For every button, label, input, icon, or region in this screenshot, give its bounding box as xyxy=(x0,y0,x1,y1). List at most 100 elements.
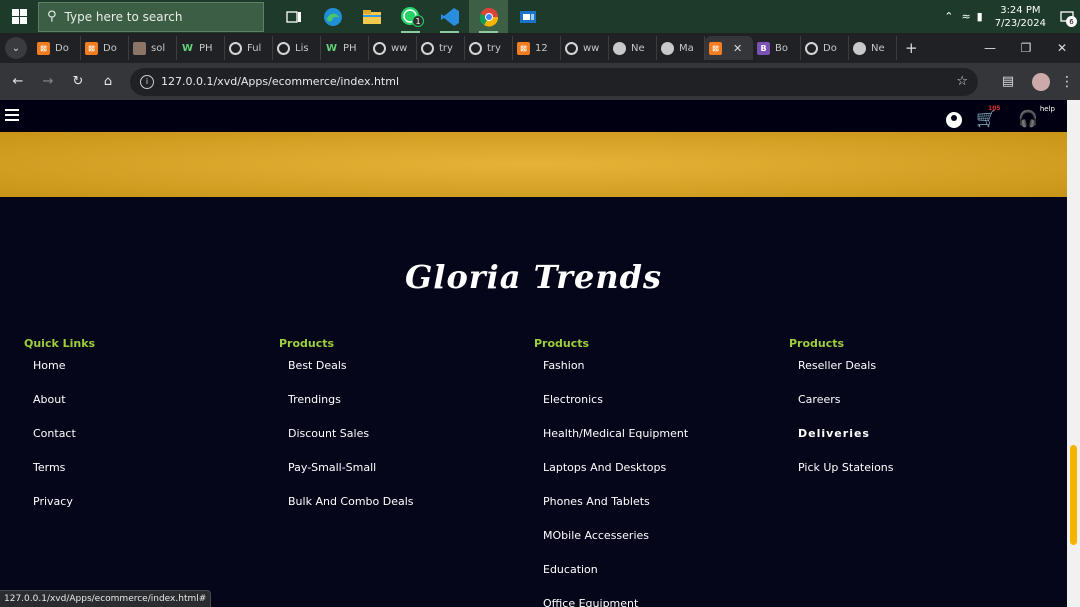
footer-link[interactable]: Pick Up Stateions xyxy=(798,461,1039,495)
forward-button[interactable]: → xyxy=(34,68,62,96)
footer-link[interactable]: Deliveries xyxy=(798,427,1039,461)
outlook-taskbar-button[interactable] xyxy=(508,0,547,33)
browser-tab[interactable]: Ful xyxy=(225,36,273,60)
help-button[interactable]: 🎧 help xyxy=(1018,105,1055,128)
windows-start-button[interactable] xyxy=(0,0,38,33)
footer-link[interactable]: Education xyxy=(543,563,784,597)
extensions-icon[interactable]: ▤ xyxy=(994,74,1022,89)
minimize-button[interactable]: — xyxy=(972,33,1008,63)
browser-tab[interactable]: W PH xyxy=(177,36,225,60)
tab-title: sol xyxy=(151,42,166,54)
site-navbar: 🛒 105 🎧 help xyxy=(0,100,1067,132)
hamburger-menu-icon[interactable] xyxy=(5,109,19,124)
chrome-taskbar-button[interactable] xyxy=(469,0,508,33)
browser-tab[interactable]: ww xyxy=(561,36,609,60)
xampp-favicon-icon: ⊠ xyxy=(37,41,50,55)
home-button[interactable]: ⌂ xyxy=(94,68,122,96)
globe-favicon-icon xyxy=(469,41,482,55)
footer-link[interactable]: Terms xyxy=(33,461,274,495)
footer-link[interactable]: Trendings xyxy=(288,393,529,427)
cart-button[interactable]: 🛒 105 xyxy=(976,105,1001,128)
browser-menu-icon[interactable]: ⋮ xyxy=(1060,74,1074,90)
site-info-icon[interactable]: i xyxy=(140,74,154,89)
restore-button[interactable]: ❐ xyxy=(1008,33,1044,63)
footer-link[interactable]: Pay-Small-Small xyxy=(288,461,529,495)
page-scrollbar[interactable] xyxy=(1067,100,1080,607)
profile-avatar[interactable] xyxy=(1032,72,1050,91)
vscode-taskbar-button[interactable] xyxy=(430,0,469,33)
browser-tab[interactable]: ⊠ Do xyxy=(33,36,81,60)
bs-favicon-icon: B xyxy=(757,41,770,55)
browser-tab[interactable]: Do xyxy=(801,36,849,60)
scrollbar-thumb[interactable] xyxy=(1070,445,1077,545)
footer-link[interactable]: Office Equipment xyxy=(543,597,784,607)
footer-link[interactable]: Bulk And Combo Deals xyxy=(288,495,529,529)
browser-tab[interactable]: try xyxy=(465,36,513,60)
new-tab-button[interactable]: + xyxy=(905,39,918,57)
windows-logo-icon xyxy=(11,9,27,24)
footer-link[interactable]: About xyxy=(33,393,274,427)
headset-icon: 🎧 xyxy=(1017,108,1038,128)
browser-tab[interactable]: B Bo xyxy=(753,36,801,60)
bookmark-star-icon[interactable]: ☆ xyxy=(956,74,968,89)
chevron-up-icon[interactable]: ⌃ xyxy=(944,10,953,23)
footer-column: Quick Links Home About Contact Terms Privacy xyxy=(24,337,274,529)
link-status-bubble: 127.0.0.1/xvd/Apps/ecommerce/index.html# xyxy=(0,590,212,607)
footer-link[interactable]: Phones And Tablets xyxy=(543,495,784,529)
back-button[interactable]: ← xyxy=(4,68,32,96)
browser-tab[interactable]: ww xyxy=(369,36,417,60)
browser-tab[interactable]: sol xyxy=(129,36,177,60)
reload-icon: ↻ xyxy=(72,74,84,89)
footer-link[interactable]: MObile Accesseries xyxy=(543,529,784,563)
edge-taskbar-button[interactable] xyxy=(313,0,352,33)
tab-title: try xyxy=(439,42,453,54)
browser-tab[interactable]: Ma xyxy=(657,36,705,60)
tab-close-icon[interactable]: ✕ xyxy=(733,42,742,55)
wifi-icon[interactable]: ≈ xyxy=(961,10,970,23)
footer-link[interactable]: Reseller Deals xyxy=(798,359,1039,393)
globe-favicon-icon xyxy=(373,41,386,55)
footer-link[interactable]: Health/Medical Equipment xyxy=(543,427,784,461)
taskbar-clock[interactable]: 3:24 PM 7/23/2024 xyxy=(995,4,1046,30)
footer-link[interactable]: Laptops And Desktops xyxy=(543,461,784,495)
tab-search-button[interactable]: ⌄ xyxy=(5,37,27,59)
whatsapp-taskbar-button[interactable]: 1 xyxy=(391,0,430,33)
address-bar-url: 127.0.0.1/xvd/Apps/ecommerce/index.html xyxy=(161,75,400,88)
footer-link[interactable]: Best Deals xyxy=(288,359,529,393)
browser-tab[interactable]: ⊠ Do xyxy=(81,36,129,60)
battery-icon[interactable]: ▮ xyxy=(977,10,983,23)
footer-link[interactable]: Home xyxy=(33,359,274,393)
footer-link[interactable]: Electronics xyxy=(543,393,784,427)
address-bar[interactable]: i 127.0.0.1/xvd/Apps/ecommerce/index.htm… xyxy=(130,67,978,96)
task-view-button[interactable] xyxy=(274,0,313,33)
taskbar-search-box[interactable]: ⚲ Type here to search xyxy=(38,1,264,32)
browser-tab[interactable]: try xyxy=(417,36,465,60)
browser-tab[interactable]: Ne xyxy=(849,36,897,60)
footer-link[interactable]: Contact xyxy=(33,427,274,461)
browser-tab[interactable]: Lis xyxy=(273,36,321,60)
tab-list: ⊠ Do ⊠ Do sol W PH Ful Lis W PH ww try try ⊠ 12 ww Ne Ma ⊠ ✕… xyxy=(33,36,897,60)
tab-title: Do xyxy=(823,42,837,54)
browser-tab[interactable]: W PH xyxy=(321,36,369,60)
chrome-favicon-icon xyxy=(613,41,626,55)
close-window-button[interactable]: ✕ xyxy=(1044,33,1080,63)
whatsapp-badge: 1 xyxy=(412,15,424,27)
tab-title: try xyxy=(487,42,501,54)
footer-link[interactable]: Fashion xyxy=(543,359,784,393)
notification-center-button[interactable]: 6 xyxy=(1054,0,1080,33)
footer-link[interactable]: Careers xyxy=(798,393,1039,427)
footer-link[interactable]: Privacy xyxy=(33,495,274,529)
footer-column: Products Fashion Electronics Health/Medical… xyxy=(534,337,784,607)
cart-count-badge: 105 xyxy=(988,104,1001,112)
tab-title: ww xyxy=(391,42,408,54)
edge-icon xyxy=(323,7,342,26)
browser-tab[interactable]: Ne xyxy=(609,36,657,60)
footer-link[interactable]: Discount Sales xyxy=(288,427,529,461)
reload-button[interactable]: ↻ xyxy=(64,68,92,96)
browser-tab[interactable]: ⊠ 12 xyxy=(513,36,561,60)
footer-column: Products Reseller Deals Careers Deliveries P… xyxy=(789,337,1039,495)
file-explorer-button[interactable] xyxy=(352,0,391,33)
footer-column-title: Products xyxy=(789,337,845,350)
browser-tab[interactable]: ⊠ ✕ xyxy=(705,36,753,60)
user-account-icon[interactable] xyxy=(946,112,963,128)
